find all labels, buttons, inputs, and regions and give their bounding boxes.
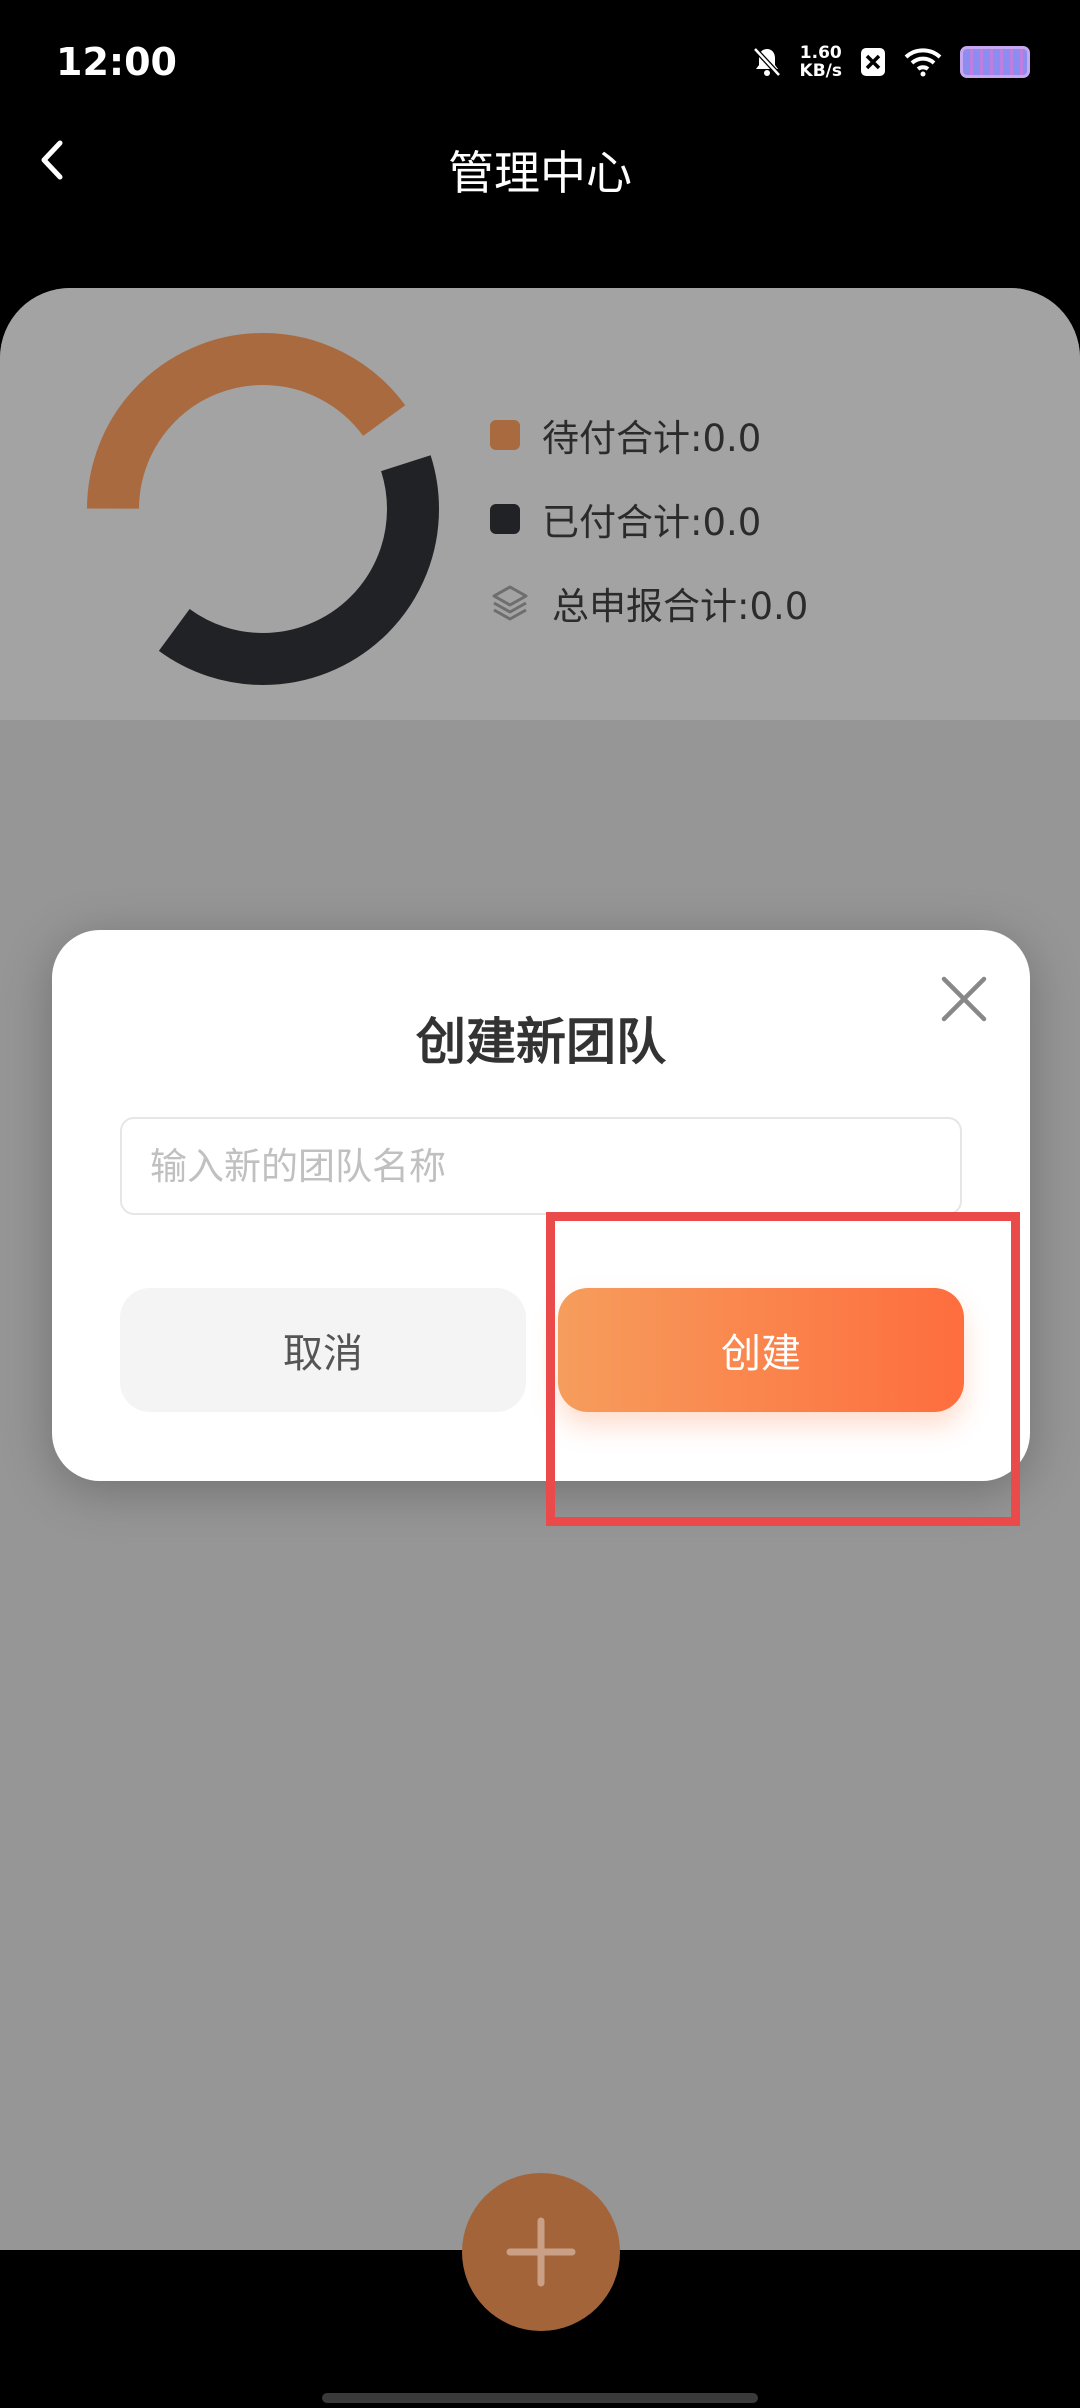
status-bar: 12:00 1.60 KB/s — [0, 0, 1080, 125]
paid-swatch — [490, 504, 520, 534]
status-icons: 1.60 KB/s — [752, 44, 1030, 80]
network-speed-unit: KB/s — [799, 61, 842, 81]
highlight-box — [546, 1212, 1020, 1526]
legend-label-total: 总申报合计:0.0 — [552, 585, 809, 628]
home-indicator[interactable] — [322, 2393, 758, 2403]
network-speed: 1.60 KB/s — [800, 44, 842, 80]
legend-label-pending: 待付合计:0.0 — [542, 417, 762, 460]
team-name-input[interactable] — [120, 1117, 962, 1215]
summary-legend: 待付合计:0.0 已付合计:0.0 总申报合计:0.0 — [490, 393, 808, 645]
pending-swatch — [490, 420, 520, 450]
legend-item-paid: 已付合计:0.0 — [490, 477, 808, 561]
add-button[interactable] — [462, 2173, 620, 2331]
plus-icon — [506, 2217, 576, 2287]
dialog-title: 创建新团队 — [416, 1013, 666, 1071]
close-icon — [941, 976, 987, 1022]
layers-icon — [492, 585, 528, 621]
network-speed-value: 1.60 — [799, 43, 842, 63]
battery-icon — [960, 46, 1030, 78]
header: 管理中心 — [0, 125, 1080, 290]
sim-x-icon — [861, 48, 885, 76]
legend-label-paid: 已付合计:0.0 — [542, 501, 762, 544]
summary-card: 待付合计:0.0 已付合计:0.0 总申报合计:0.0 — [0, 288, 1080, 720]
legend-item-total: 总申报合计:0.0 — [490, 561, 808, 645]
legend-item-pending: 待付合计:0.0 — [490, 393, 808, 477]
close-button[interactable] — [938, 973, 990, 1025]
cancel-button[interactable]: 取消 — [120, 1288, 526, 1412]
summary-donut-chart — [87, 333, 439, 685]
status-time: 12:00 — [56, 40, 177, 84]
mute-bell-icon — [752, 47, 781, 77]
page-title: 管理中心 — [448, 146, 632, 200]
wifi-icon — [904, 48, 942, 77]
